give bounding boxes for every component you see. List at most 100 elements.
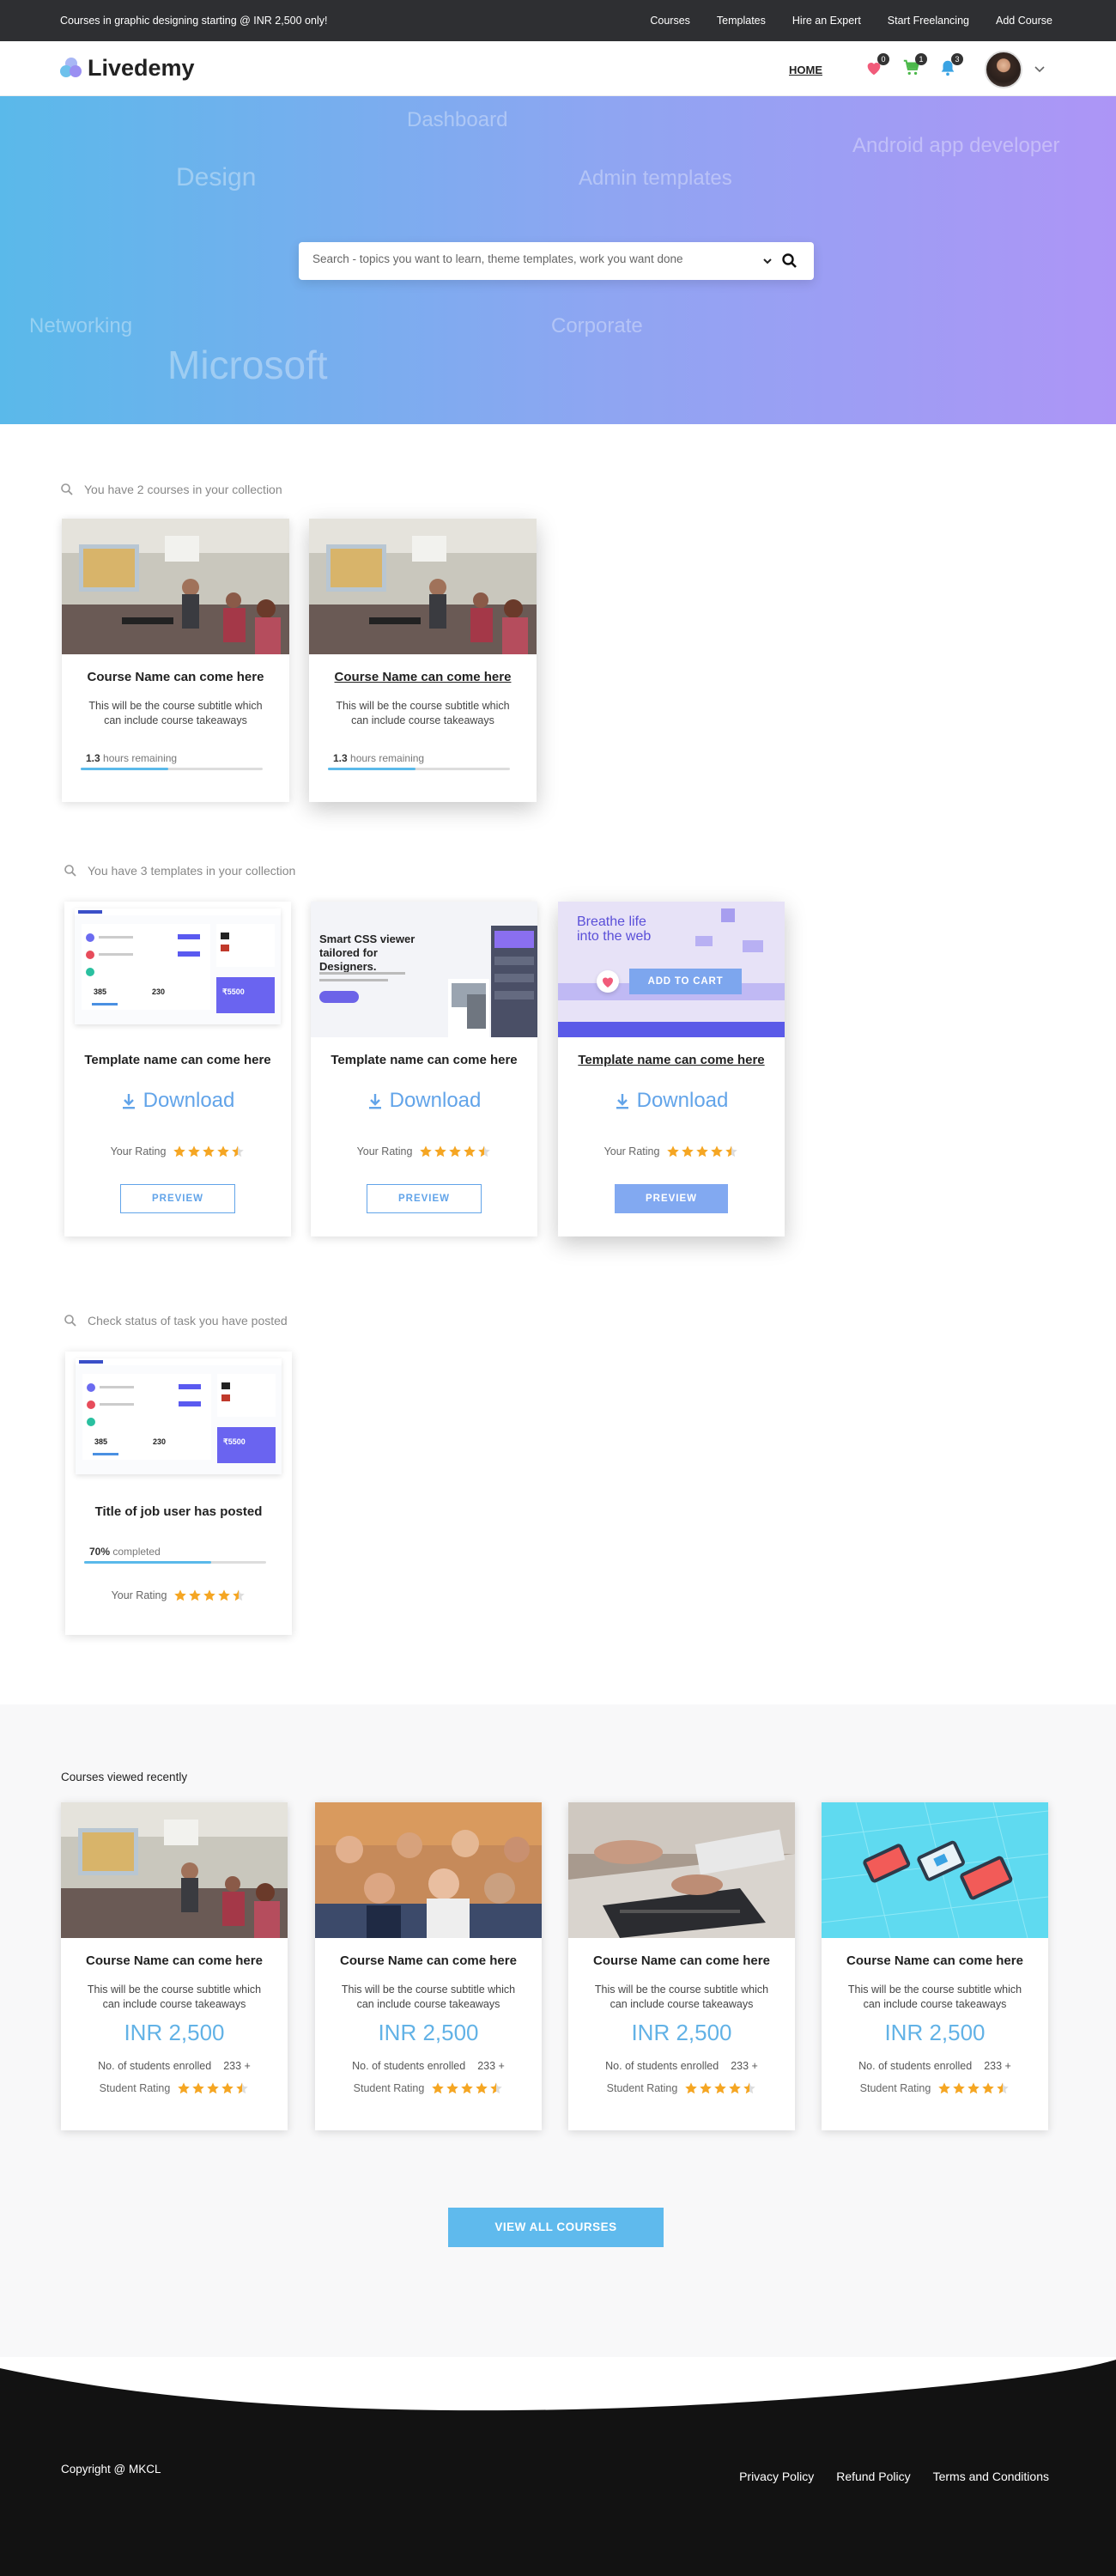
preview-button[interactable]: PREVIEW bbox=[615, 1184, 728, 1213]
students-count: 233 + bbox=[223, 2060, 251, 2072]
course-subtitle: This will be the course subtitle which c… bbox=[87, 1984, 262, 2010]
recent-course-card[interactable]: Course Name can come here This will be t… bbox=[568, 1802, 795, 2130]
star-half-icon bbox=[725, 1145, 738, 1157]
course-title[interactable]: Course Name can come here bbox=[62, 670, 289, 684]
tasks-heading: Check status of task you have posted bbox=[64, 1314, 288, 1327]
search-icon bbox=[64, 1315, 76, 1327]
star-rating bbox=[431, 2081, 503, 2095]
course-thumbnail bbox=[61, 1802, 288, 1938]
percent-label: completed bbox=[112, 1546, 161, 1558]
search-icon bbox=[61, 483, 73, 495]
template-title[interactable]: Template name can come here bbox=[64, 1053, 291, 1067]
search-icon[interactable] bbox=[781, 252, 798, 270]
course-title[interactable]: Course Name can come here bbox=[822, 1953, 1048, 1968]
footer-links: Privacy Policy Refund Policy Terms and C… bbox=[739, 2470, 1049, 2483]
toplink-start-freelancing[interactable]: Start Freelancing bbox=[888, 15, 969, 27]
chevron-down-icon[interactable] bbox=[1034, 63, 1046, 75]
hours-remaining: 1.3 hours remaining bbox=[86, 752, 177, 764]
course-title[interactable]: Course Name can come here bbox=[568, 1953, 795, 1968]
template-thumbnail: Breathe life into the web ADD TO CART bbox=[558, 902, 785, 1037]
preview-button[interactable]: PREVIEW bbox=[120, 1184, 235, 1213]
terms-link[interactable]: Terms and Conditions bbox=[933, 2470, 1049, 2483]
cart-icon[interactable]: 1 bbox=[902, 53, 927, 77]
template-title[interactable]: Template name can come here bbox=[311, 1053, 537, 1067]
wishlist-heart-icon[interactable]: 0 bbox=[864, 53, 889, 77]
student-rating: Student Rating bbox=[822, 2081, 1048, 2095]
star-rating[interactable] bbox=[419, 1145, 491, 1158]
recent-course-card[interactable]: Course Name can come here This will be t… bbox=[61, 1802, 288, 2130]
hero-tag[interactable]: Dashboard bbox=[407, 108, 507, 132]
template-thumbnail: Smart CSS viewer tailored for Designers. bbox=[311, 902, 537, 1037]
course-thumbnail bbox=[568, 1802, 795, 1938]
task-card[interactable]: 385 230 ₹5500 Title of job user has posted… bbox=[65, 1352, 292, 1635]
star-full-icon bbox=[203, 1589, 216, 1601]
task-progress-bar bbox=[84, 1561, 266, 1564]
search-input[interactable] bbox=[312, 252, 742, 265]
toplink-templates[interactable]: Templates bbox=[717, 15, 766, 27]
user-avatar[interactable] bbox=[985, 51, 1022, 88]
hero-tag[interactable]: Design bbox=[176, 163, 256, 192]
course-title[interactable]: Course Name can come here bbox=[309, 670, 537, 684]
star-rating[interactable] bbox=[666, 1145, 738, 1158]
download-link[interactable]: Download bbox=[64, 1089, 291, 1113]
wishlist-heart-icon[interactable] bbox=[597, 970, 619, 993]
hero-tag[interactable]: Android app developer bbox=[852, 134, 1060, 158]
task-title[interactable]: Title of job user has posted bbox=[65, 1504, 292, 1519]
toplink-hire-expert[interactable]: Hire an Expert bbox=[792, 15, 861, 27]
rating-label: Your Rating bbox=[603, 1145, 660, 1157]
star-full-icon bbox=[449, 1145, 462, 1157]
hero-tag[interactable]: Admin templates bbox=[579, 167, 732, 191]
refund-policy-link[interactable]: Refund Policy bbox=[836, 2470, 910, 2483]
rating-label: Your Rating bbox=[356, 1145, 413, 1157]
notification-bell-icon[interactable]: 3 bbox=[938, 53, 963, 77]
course-progress-bar bbox=[328, 768, 510, 770]
brand-logo[interactable]: Livedemy bbox=[60, 55, 195, 82]
template-title[interactable]: Template name can come here bbox=[558, 1053, 785, 1067]
download-link[interactable]: Download bbox=[311, 1089, 537, 1113]
recent-course-card[interactable]: Course Name can come here This will be t… bbox=[315, 1802, 542, 2130]
star-full-icon bbox=[667, 1145, 680, 1157]
star-rating[interactable] bbox=[173, 1145, 245, 1158]
student-rating: Student Rating bbox=[315, 2081, 542, 2095]
course-subtitle: This will be the course subtitle which c… bbox=[847, 1984, 1022, 2010]
course-title[interactable]: Course Name can come here bbox=[315, 1953, 542, 1968]
star-full-icon bbox=[218, 1589, 231, 1601]
star-full-icon bbox=[711, 1145, 724, 1157]
course-card[interactable]: Course Name can come here This will be t… bbox=[309, 519, 537, 802]
students-count: 233 + bbox=[731, 2060, 758, 2072]
course-thumbnail bbox=[315, 1802, 542, 1938]
students-enrolled: No. of students enrolled 233 + bbox=[822, 2060, 1048, 2072]
add-to-cart-button[interactable]: ADD TO CART bbox=[629, 969, 742, 994]
toplink-courses[interactable]: Courses bbox=[650, 15, 690, 27]
template-card[interactable]: 385 230 ₹5500 Template name can come here … bbox=[64, 902, 291, 1236]
privacy-policy-link[interactable]: Privacy Policy bbox=[739, 2470, 814, 2483]
star-full-icon bbox=[967, 2082, 980, 2094]
download-link[interactable]: Download bbox=[558, 1089, 785, 1113]
star-rating bbox=[684, 2081, 756, 2095]
hero-tag[interactable]: Networking bbox=[29, 314, 132, 338]
view-all-courses-button[interactable]: VIEW ALL COURSES bbox=[448, 2208, 664, 2247]
copyright-text: Copyright @ MKCL bbox=[61, 2463, 161, 2476]
preview-button[interactable]: PREVIEW bbox=[367, 1184, 482, 1213]
recent-course-card[interactable]: Course Name can come here This will be t… bbox=[822, 1802, 1048, 2130]
template-rating: Your Rating bbox=[64, 1145, 291, 1158]
star-full-icon bbox=[189, 1589, 202, 1601]
students-enrolled: No. of students enrolled 233 + bbox=[315, 2060, 542, 2072]
course-price: INR 2,500 bbox=[631, 2020, 732, 2045]
template-card[interactable]: Breathe life into the web ADD TO CART Te… bbox=[558, 902, 785, 1236]
recent-heading: Courses viewed recently bbox=[61, 1771, 188, 1783]
search-bar bbox=[299, 242, 814, 280]
hours-value: 1.3 bbox=[86, 752, 100, 764]
nav-home-link[interactable]: HOME bbox=[789, 64, 822, 76]
rating-label: Student Rating bbox=[859, 2082, 931, 2094]
hero-tag[interactable]: Corporate bbox=[551, 314, 643, 338]
toplink-add-course[interactable]: Add Course bbox=[996, 15, 1052, 27]
course-title[interactable]: Course Name can come here bbox=[61, 1953, 288, 1968]
star-rating[interactable] bbox=[173, 1589, 246, 1602]
course-card[interactable]: Course Name can come here This will be t… bbox=[62, 519, 289, 802]
star-half-icon bbox=[478, 1145, 491, 1157]
hero-tag[interactable]: Microsoft bbox=[167, 342, 328, 388]
star-full-icon bbox=[714, 2082, 727, 2094]
template-card[interactable]: Smart CSS viewer tailored for Designers.… bbox=[311, 902, 537, 1236]
search-category-dropdown-icon[interactable] bbox=[761, 255, 773, 267]
